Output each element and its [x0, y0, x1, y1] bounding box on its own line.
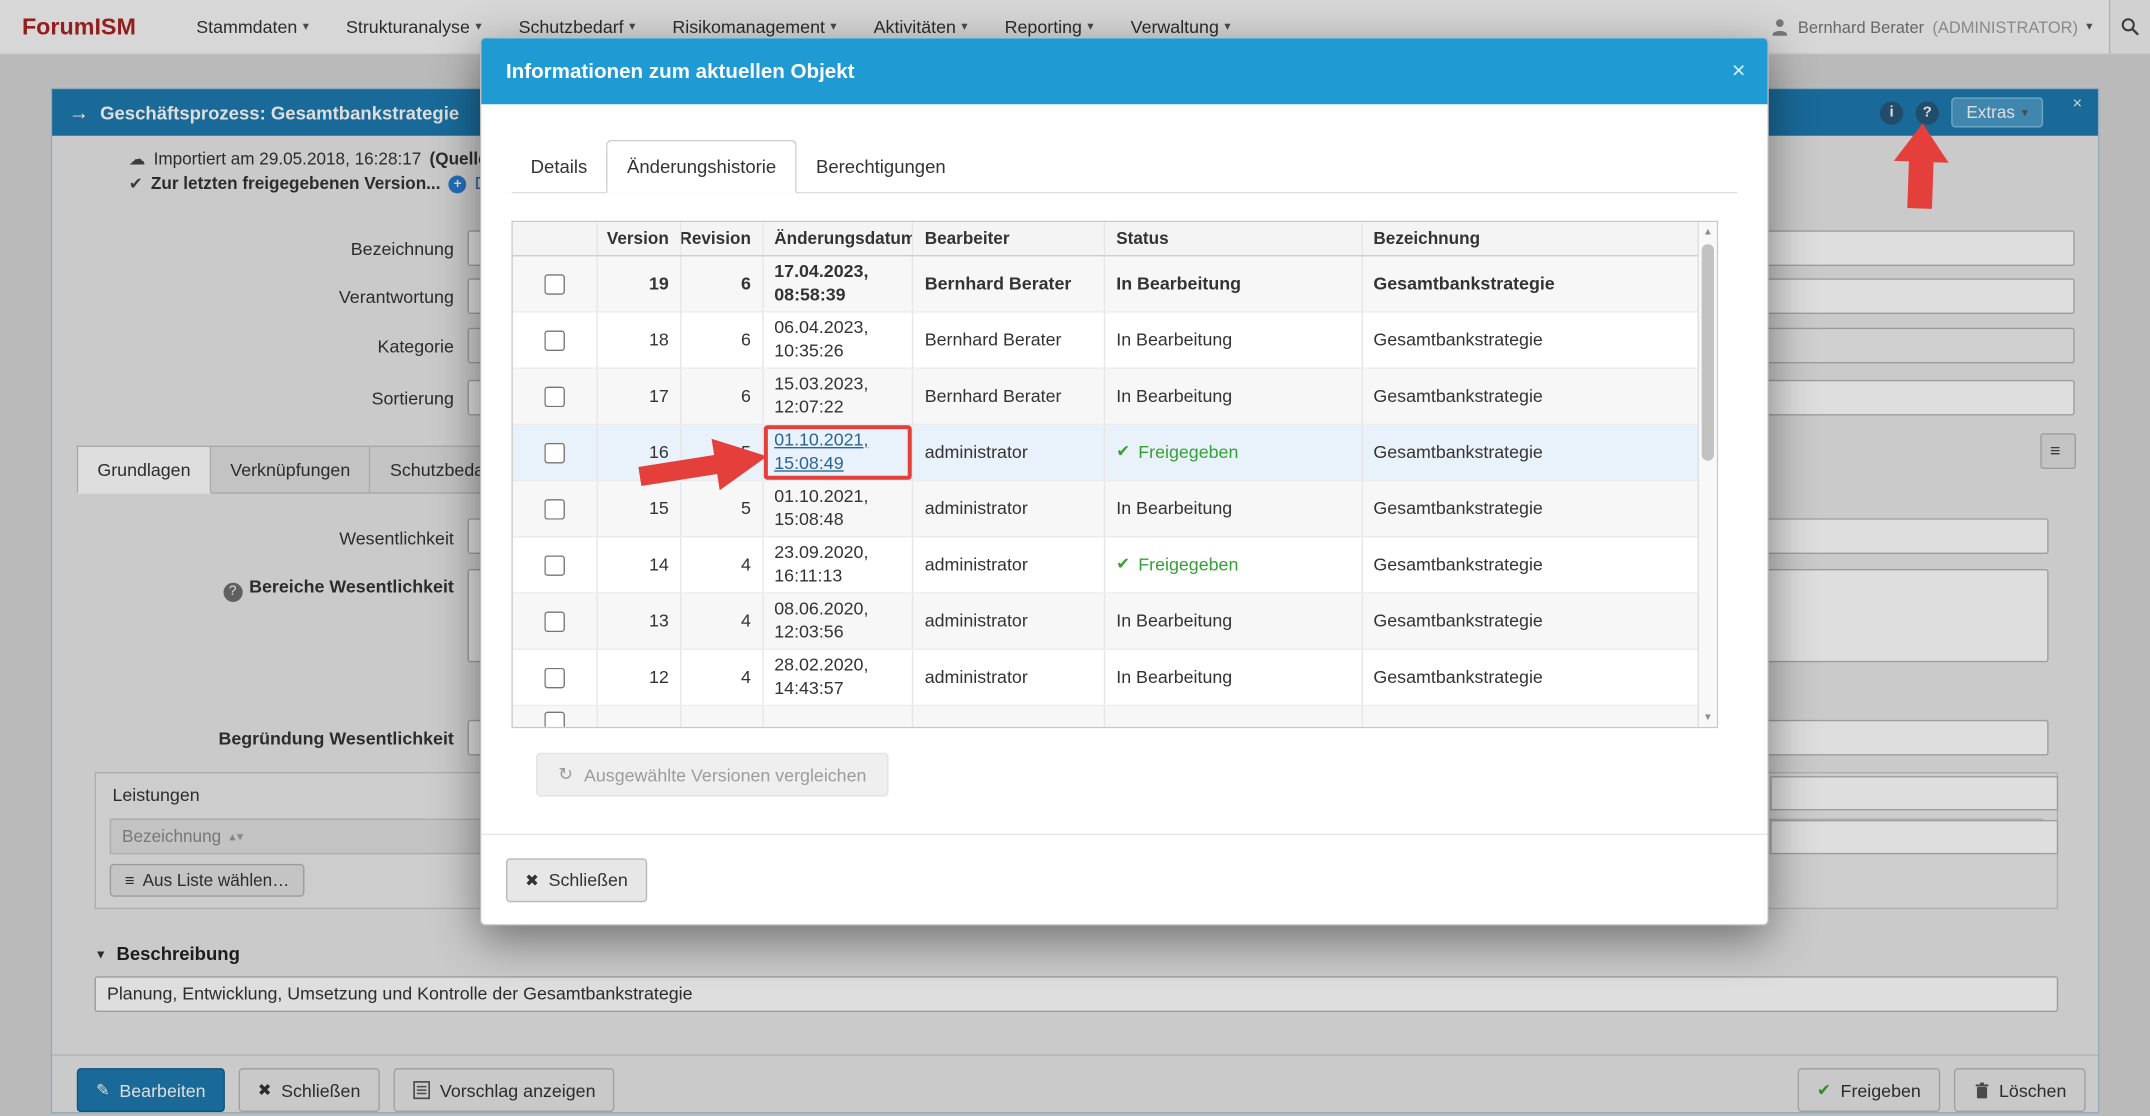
status-cell: In Bearbeitung: [1105, 481, 1363, 537]
modal-footer: ✖ Schließen: [481, 833, 1768, 924]
date-cell: 14.02.2020: [763, 706, 914, 727]
scroll-up-icon[interactable]: ▲: [1699, 222, 1717, 241]
version-cell: 13: [598, 593, 682, 649]
row-checkbox[interactable]: [544, 385, 565, 407]
row-checkbox[interactable]: [544, 273, 565, 295]
table-row: 14 4 23.09.2020, 16:11:13 administrator …: [512, 537, 1698, 594]
table-row: 13 4 08.06.2020, 12:03:56 administrator …: [512, 593, 1698, 650]
editor-cell: administrator: [914, 425, 1106, 480]
date-cell: 15.03.2023, 12:07:22: [763, 368, 914, 424]
row-checkbox[interactable]: [544, 711, 565, 727]
tab-details[interactable]: Details: [511, 141, 606, 192]
editor-cell: Bernhard Berater: [914, 312, 1106, 368]
table-row: 12 4 28.02.2020, 14:43:57 administrator …: [512, 649, 1698, 707]
version-header: Version: [598, 222, 682, 256]
row-checkbox[interactable]: [544, 442, 565, 463]
table-row-partial: 14.02.2020: [512, 706, 1698, 727]
date-cell: 01.10.2021, 15:08:49: [763, 425, 914, 480]
name-cell: Gesamtbankstrategie: [1373, 609, 1543, 631]
editor-cell: administrator: [914, 593, 1106, 649]
editor-cell: administrator: [914, 481, 1106, 537]
row-checkbox[interactable]: [544, 498, 565, 519]
refresh-icon: ↻: [558, 763, 574, 785]
revision-cell: 4: [681, 537, 764, 593]
revision-cell: 4: [681, 649, 764, 705]
name-cell: Gesamtbankstrategie: [1373, 272, 1555, 293]
annotation-arrow-up: [1893, 123, 1949, 209]
status-cell: [1105, 706, 1363, 727]
table-header-row: Version Revision Änderungsdatum Bearbeit…: [512, 222, 1698, 257]
name-cell: [1362, 706, 1697, 727]
revision-cell: 4: [681, 593, 764, 649]
name-cell: Gesamtbankstrategie: [1373, 497, 1543, 518]
tab-berechtigungen[interactable]: Berechtigungen: [797, 141, 965, 192]
status-cell: In Bearbeitung: [1105, 312, 1363, 368]
modal-header: Informationen zum aktuellen Objekt ×: [481, 38, 1768, 105]
table-row: 17 6 15.03.2023, 12:07:22 Bernhard Berat…: [512, 368, 1698, 426]
editor-header: Bearbeiter: [914, 222, 1106, 256]
modal-tabs: Details Änderungshistorie Berechtigungen: [511, 132, 1738, 194]
editor-cell: Bernhard Berater: [914, 256, 1106, 312]
status-cell: In Bearbeitung: [1105, 368, 1363, 424]
revision-cell: 6: [681, 312, 764, 368]
name-header: Bezeichnung: [1373, 228, 1481, 249]
status-cell: In Bearbeitung: [1105, 593, 1363, 649]
version-cell: 18: [598, 312, 682, 368]
version-cell: 12: [598, 649, 682, 705]
version-cell: 14: [598, 537, 682, 593]
status-cell: ✔ Freigegeben: [1105, 537, 1363, 593]
revision-cell: 6: [681, 368, 764, 424]
version-cell: 19: [598, 256, 682, 312]
date-cell: 28.02.2020, 14:43:57: [763, 649, 914, 705]
scrollbar-thumb[interactable]: [1701, 244, 1714, 461]
date-cell: 06.04.2023, 10:35:26: [763, 312, 914, 368]
name-cell: Gesamtbankstrategie: [1373, 440, 1543, 462]
table-scrollbar[interactable]: ▲ ▼: [1697, 222, 1717, 727]
name-cell: Gesamtbankstrategie: [1373, 328, 1543, 350]
name-cell: Gesamtbankstrategie: [1373, 384, 1543, 406]
scroll-down-icon[interactable]: ▼: [1699, 708, 1717, 727]
row-checkbox[interactable]: [544, 329, 565, 351]
revision-header: Revision: [681, 222, 764, 256]
compare-versions-button[interactable]: ↻ Ausgewählte Versionen vergleichen: [536, 752, 889, 797]
close-icon: ✖: [525, 870, 539, 890]
check-icon: ✔: [1116, 441, 1131, 462]
row-checkbox[interactable]: [544, 554, 565, 576]
editor-cell: administrator: [914, 649, 1106, 705]
editor-cell: [914, 706, 1106, 727]
screen: ForumISM Stammdaten ▾ Strukturanalyse ▾ Sc…: [0, 0, 2150, 1116]
status-cell: In Bearbeitung: [1105, 256, 1363, 312]
revision-cell: [681, 706, 764, 727]
date-cell: 08.06.2020, 12:03:56: [763, 593, 914, 649]
status-cell: ✔ Freigegeben: [1105, 425, 1363, 480]
name-cell: Gesamtbankstrategie: [1373, 553, 1543, 574]
checkbox-column-header: [513, 222, 598, 256]
date-cell: 23.09.2020, 16:11:13: [763, 537, 914, 593]
status-header: Status: [1105, 222, 1363, 256]
version-cell: 17: [598, 368, 682, 424]
revision-cell: 6: [681, 256, 764, 312]
table-row: 19 6 17.04.2023, 08:58:39 Bernhard Berat…: [512, 256, 1698, 313]
row-checkbox[interactable]: [544, 610, 565, 632]
editor-cell: administrator: [914, 537, 1106, 593]
check-icon: ✔: [1116, 554, 1131, 574]
version-date-link[interactable]: 01.10.2021, 15:08:49: [774, 429, 901, 475]
status-cell: In Bearbeitung: [1105, 649, 1363, 705]
modal-close-icon[interactable]: ×: [1732, 58, 1746, 85]
date-header: Änderungsdatum: [763, 222, 914, 256]
date-cell: 01.10.2021, 15:08:48: [763, 481, 914, 537]
row-checkbox[interactable]: [544, 667, 565, 688]
version-cell: [598, 706, 682, 727]
name-cell: Gesamtbankstrategie: [1373, 665, 1543, 687]
date-cell: 17.04.2023, 08:58:39: [763, 256, 914, 312]
modal-title: Informationen zum aktuellen Objekt: [505, 59, 855, 83]
modal-schliessen-button[interactable]: ✖ Schließen: [505, 857, 648, 902]
tab-aenderungshistorie[interactable]: Änderungshistorie: [606, 139, 797, 194]
table-row: 18 6 06.04.2023, 10:35:26 Bernhard Berat…: [512, 312, 1698, 369]
editor-cell: Bernhard Berater: [914, 368, 1106, 424]
